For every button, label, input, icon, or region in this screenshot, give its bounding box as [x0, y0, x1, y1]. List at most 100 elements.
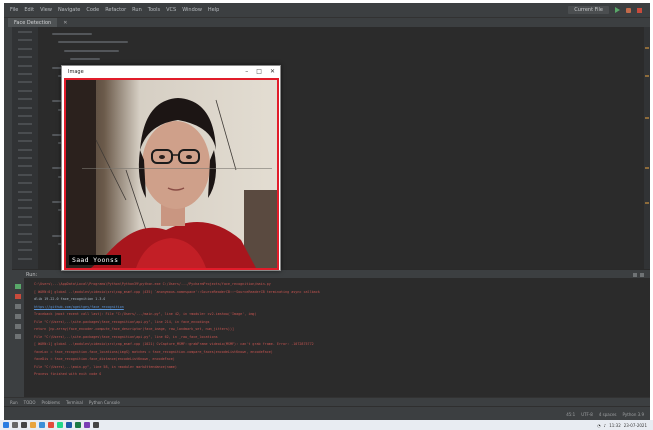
print-icon[interactable]: [15, 324, 21, 329]
menu-refactor[interactable]: Refactor: [105, 7, 126, 13]
stop-icon[interactable]: [637, 7, 642, 13]
menu-code[interactable]: Code: [86, 7, 99, 13]
line-number-mark: [18, 31, 32, 33]
line-number-mark: [18, 157, 32, 159]
task-view-icon[interactable]: [21, 422, 27, 428]
start-icon[interactable]: [3, 422, 9, 428]
line-number-mark: [18, 173, 32, 176]
line-number-mark: [18, 207, 32, 210]
console-line: File "C:\Users\...\site-packages\face_re…: [34, 334, 218, 339]
line-number-mark: [18, 232, 32, 235]
console-line: [ WARN:0] global ..\modules\videoio\src\…: [34, 289, 320, 294]
excel-icon[interactable]: [75, 422, 81, 428]
console-line: return [np.array(face_encoder.compute_fa…: [34, 327, 235, 331]
word-icon[interactable]: [66, 422, 72, 428]
menu-vcs[interactable]: VCS: [166, 7, 176, 13]
code-line: [70, 58, 100, 61]
line-number-mark: [18, 56, 32, 59]
line-number-mark: [18, 81, 32, 84]
menu-view[interactable]: View: [40, 7, 52, 13]
clock-date[interactable]: 23-07-2021: [624, 423, 647, 428]
scrollbar-warning-mark[interactable]: [645, 202, 649, 204]
debug-icon[interactable]: [626, 7, 631, 13]
tab-todo[interactable]: TODO: [24, 400, 36, 405]
search-icon[interactable]: [12, 422, 18, 428]
edge-icon[interactable]: [39, 422, 45, 428]
menu-file[interactable]: File: [10, 7, 18, 13]
camera-window-title: Image: [68, 68, 84, 75]
scrollbar-warning-mark[interactable]: [645, 75, 649, 77]
clock-time[interactable]: 11:32: [609, 423, 621, 428]
trash-icon[interactable]: [15, 334, 21, 339]
file-encoding[interactable]: UTF-8: [581, 412, 593, 417]
status-bar: 45:1 UTF-8 4 spaces Python 3.9: [4, 406, 650, 420]
code-line: [58, 41, 128, 44]
line-number-mark: [18, 257, 32, 260]
run-panel-title: Run:: [26, 271, 38, 278]
scroll-to-end-icon[interactable]: [15, 304, 21, 309]
run-config-dropdown[interactable]: Current File: [568, 6, 609, 14]
maximize-button[interactable]: □: [256, 68, 262, 75]
camera-app-icon[interactable]: [93, 422, 99, 428]
line-number-mark: [18, 131, 32, 134]
tab-problems[interactable]: Problems: [42, 400, 60, 405]
webcam-frame: Saad Yoonss: [64, 78, 279, 270]
volume-icon[interactable]: ♪: [604, 423, 607, 428]
close-button[interactable]: ✕: [270, 68, 275, 75]
menu-navigate[interactable]: Navigate: [58, 7, 80, 13]
run-icon[interactable]: [615, 7, 620, 13]
tab-run[interactable]: Run: [10, 400, 18, 405]
console-line: faceDis = face_recognition.face_distance…: [34, 357, 175, 361]
camera-window[interactable]: Image – □ ✕ Saad Yoonss: [61, 65, 281, 271]
editor-scrollbar[interactable]: [644, 27, 650, 269]
line-number-mark: [18, 165, 32, 168]
run-panel-toolbar: [12, 278, 24, 397]
line-number-mark: [18, 148, 32, 151]
cursor-position[interactable]: 45:1: [566, 412, 575, 417]
line-number-mark: [18, 140, 32, 143]
line-number-mark: [18, 190, 32, 193]
menu-run[interactable]: Run: [132, 7, 142, 13]
menu-help[interactable]: Help: [208, 7, 219, 13]
line-number-mark: [18, 215, 32, 218]
file-explorer-icon[interactable]: [30, 422, 36, 428]
minimize-panel-icon[interactable]: [640, 272, 644, 277]
toolbar-right: Current File: [568, 6, 650, 14]
line-number-mark: [18, 89, 32, 92]
console-line: faceLoc = face_recognition.face_location…: [34, 349, 273, 354]
wifi-icon[interactable]: ◔: [597, 423, 601, 428]
line-number-mark: [18, 73, 32, 75]
menu-tools[interactable]: Tools: [148, 7, 160, 13]
console-line[interactable]: https://github.com/ageitgey/face_recogni…: [34, 305, 124, 310]
tab-python-console[interactable]: Python Console: [89, 400, 120, 405]
stop-run-icon[interactable]: [15, 294, 21, 299]
minimize-button[interactable]: –: [245, 68, 248, 75]
tab-close-icon[interactable]: ✕: [59, 19, 71, 27]
project-tool-strip[interactable]: [4, 27, 12, 397]
face-name-label: Saad Yoonss: [69, 255, 122, 265]
scrollbar-warning-mark[interactable]: [645, 167, 649, 169]
tab-terminal[interactable]: Terminal: [66, 400, 83, 405]
settings-icon[interactable]: [633, 272, 637, 277]
system-tray: ◔ ♪ 11:32 23-07-2021: [597, 423, 653, 428]
scrollbar-warning-mark[interactable]: [645, 117, 649, 119]
scrollbar-warning-mark[interactable]: [645, 47, 649, 49]
code-line: [52, 33, 92, 35]
indent-setting[interactable]: 4 spaces: [599, 412, 617, 417]
soft-wrap-icon[interactable]: [15, 314, 21, 319]
line-number-mark: [18, 199, 32, 201]
camera-window-titlebar[interactable]: Image – □ ✕: [62, 66, 280, 77]
chrome-icon[interactable]: [48, 422, 54, 428]
menu-edit[interactable]: Edit: [24, 7, 34, 13]
run-console[interactable]: C:\Users\...\AppData\Local\Programs\Pyth…: [24, 278, 650, 397]
python-interpreter[interactable]: Python 3.9: [623, 412, 645, 417]
console-line: C:\Users\...\AppData\Local\Programs\Pyth…: [34, 282, 271, 286]
pycharm-icon[interactable]: [57, 422, 63, 428]
line-number-mark: [18, 224, 32, 227]
menu-window[interactable]: Window: [182, 7, 202, 13]
console-line: File "C:\Users\...\main.py", line 58, in…: [34, 364, 177, 369]
rerun-icon[interactable]: [15, 284, 21, 289]
line-number-mark: [18, 115, 32, 117]
line-number-mark: [18, 106, 32, 109]
onenote-icon[interactable]: [84, 422, 90, 428]
